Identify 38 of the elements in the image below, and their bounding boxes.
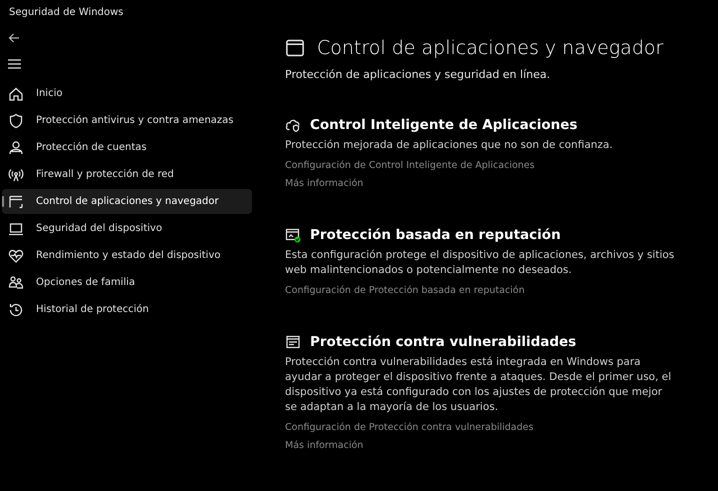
family-icon (8, 274, 24, 290)
heart-icon (8, 248, 24, 264)
sidebar-item[interactable]: Control de aplicaciones y navegador (2, 189, 252, 214)
settings-link[interactable]: Más información (285, 440, 364, 451)
section-description: Protección contra vulnerabilidades está integrada en Windows para ayudar a proteger el dispositivo frente a ataques. Desde el primer uso, el dispositivo ya está configurado con los ajustes de protección que mejor se adaptan a la mayoría de los usuarios. (285, 355, 672, 415)
browser-window-icon (285, 38, 305, 58)
window-list-icon (285, 334, 301, 350)
settings-link[interactable]: Configuración de Control Inteligente de Aplicaciones (285, 160, 535, 171)
sidebar-item[interactable]: Firewall y protección de red (2, 162, 252, 187)
history-icon (8, 302, 24, 318)
person-icon (8, 140, 24, 156)
sidebar-item[interactable]: Rendimiento y estado del dispositivo (2, 243, 252, 268)
menu-icon[interactable] (8, 59, 21, 69)
sidebar-item[interactable]: Opciones de familia (2, 270, 252, 295)
cloud-shield-icon (285, 117, 301, 133)
window-check-icon (285, 227, 301, 243)
section-title: Protección basada en reputación (310, 227, 561, 243)
settings-link[interactable]: Configuración de Protección contra vulnerabilidades (285, 422, 534, 433)
browser-icon (8, 194, 24, 210)
sidebar-item[interactable]: Seguridad del dispositivo (2, 216, 252, 241)
settings-link[interactable]: Configuración de Protección basada en reputación (285, 285, 525, 296)
antenna-icon (8, 166, 24, 182)
home-icon (8, 86, 24, 102)
back-arrow-icon[interactable] (8, 32, 20, 44)
section-description: Protección mejorada de aplicaciones que no son de confianza. (285, 138, 614, 153)
page-subtitle: Protección de aplicaciones y seguridad en línea. (285, 68, 552, 81)
settings-link[interactable]: Más información (285, 178, 364, 189)
section-title: Control Inteligente de Aplicaciones (310, 117, 578, 133)
sidebar-item[interactable]: Protección antivirus y contra amenazas (2, 108, 252, 133)
page-title: Control de aplicaciones y navegador (317, 37, 664, 59)
laptop-icon (8, 220, 24, 236)
sidebar-item[interactable]: Protección de cuentas (2, 135, 252, 160)
sidebar-item[interactable]: Inicio (2, 81, 252, 106)
section-description: Esta configuración protege el dispositivo de aplicaciones, archivos y sitios web malintencionados o potencialmente no deseados. (285, 248, 676, 278)
shield-icon (8, 112, 24, 128)
sidebar-item[interactable]: Historial de protección (2, 297, 252, 322)
window-title: Seguridad de Windows (8, 6, 124, 20)
section-title: Protección contra vulnerabilidades (310, 334, 576, 350)
